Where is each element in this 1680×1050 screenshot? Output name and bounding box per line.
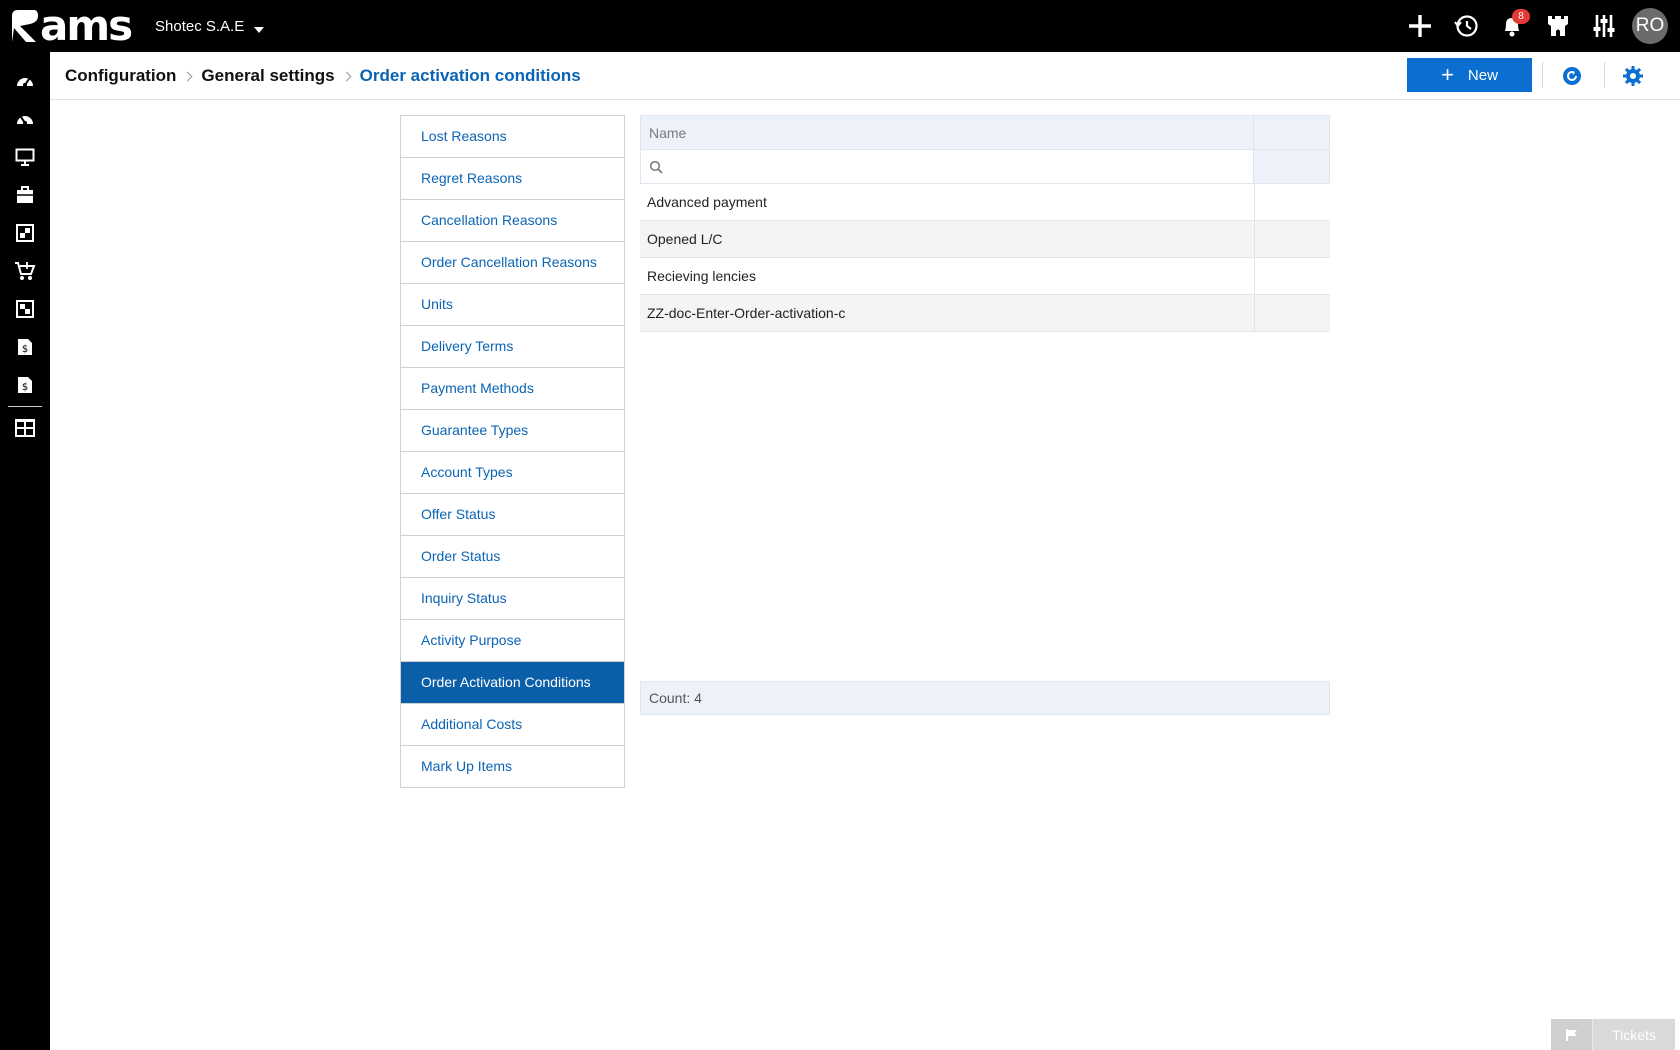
settings-menu: Lost Reasons Regret Reasons Cancellation R… xyxy=(400,115,625,788)
left-navigation: $ $ xyxy=(0,52,50,1050)
logo-mark-icon xyxy=(12,10,38,42)
settings-menu-item[interactable]: Inquiry Status xyxy=(401,578,624,620)
svg-text:$: $ xyxy=(22,382,28,393)
page-title: Order activation conditions xyxy=(359,66,581,85)
modules-alt-icon[interactable] xyxy=(0,290,50,328)
app-logo[interactable]: ams xyxy=(10,1,133,50)
table-cell-extra xyxy=(1255,184,1330,220)
table-cell-name: Opened L/C xyxy=(640,221,1255,257)
top-bar: ams Shotec S.A.E 8 RO xyxy=(0,0,1680,52)
filter-cell xyxy=(641,150,1254,183)
settings-menu-item[interactable]: Account Types xyxy=(401,452,624,494)
settings-menu-item[interactable]: Delivery Terms xyxy=(401,326,624,368)
modules-icon[interactable] xyxy=(0,214,50,252)
table-row[interactable]: Opened L/C xyxy=(640,221,1330,258)
table-cell-name: Recieving lencies xyxy=(640,258,1255,294)
filter-extra-cell xyxy=(1254,150,1329,183)
table-row[interactable]: Recieving lencies xyxy=(640,258,1330,295)
settings-menu-item[interactable]: Guarantee Types xyxy=(401,410,624,452)
breadcrumb-general-settings[interactable]: General settings xyxy=(201,66,334,86)
reports-icon[interactable] xyxy=(0,409,50,447)
table-cell-extra xyxy=(1255,221,1330,257)
search-icon xyxy=(649,160,663,174)
dashboard-alt-icon[interactable] xyxy=(0,100,50,138)
header-divider xyxy=(1604,62,1605,88)
settings-menu-item[interactable]: Mark Up Items xyxy=(401,746,624,788)
header-divider xyxy=(1542,62,1543,88)
company-selector[interactable]: Shotec S.A.E xyxy=(155,18,265,35)
invoice-alt-icon[interactable]: $ xyxy=(0,366,50,404)
add-icon[interactable] xyxy=(1402,8,1438,44)
breadcrumb-configuration[interactable]: Configuration xyxy=(65,66,176,86)
table-cell-extra xyxy=(1255,295,1330,331)
castle-icon[interactable] xyxy=(1540,8,1576,44)
svg-text:$: $ xyxy=(22,344,28,355)
grid-filter-row xyxy=(640,150,1330,184)
briefcase-icon[interactable] xyxy=(0,176,50,214)
settings-menu-item[interactable]: Additional Costs xyxy=(401,704,624,746)
notifications-bell-icon[interactable]: 8 xyxy=(1494,8,1530,44)
settings-menu-item[interactable]: Payment Methods xyxy=(401,368,624,410)
table-cell-extra xyxy=(1255,258,1330,294)
breadcrumb: Configuration General settings Order act… xyxy=(65,52,581,100)
table-row[interactable]: Advanced payment xyxy=(640,184,1330,221)
table-row[interactable]: ZZ-doc-Enter-Order-activation-c xyxy=(640,295,1330,332)
sliders-icon[interactable] xyxy=(1586,8,1622,44)
top-actions: 8 RO xyxy=(1392,8,1668,44)
settings-menu-item[interactable]: Units xyxy=(401,284,624,326)
cart-icon[interactable] xyxy=(0,252,50,290)
user-avatar[interactable]: RO xyxy=(1632,8,1668,44)
settings-menu-item[interactable]: Order Status xyxy=(401,536,624,578)
name-search-input[interactable] xyxy=(671,158,1171,175)
column-header-name[interactable]: Name xyxy=(641,116,1254,149)
grid-header: Name xyxy=(640,115,1330,150)
page-header: Configuration General settings Order act… xyxy=(50,52,1680,100)
history-icon[interactable] xyxy=(1448,8,1484,44)
gear-icon[interactable] xyxy=(1619,62,1647,90)
new-button-label: New xyxy=(1467,66,1498,84)
column-header-extra xyxy=(1254,116,1329,149)
settings-menu-item[interactable]: Regret Reasons xyxy=(401,158,624,200)
notifications-badge: 8 xyxy=(1512,9,1530,24)
chevron-down-icon xyxy=(254,26,265,33)
settings-menu-item[interactable]: Cancellation Reasons xyxy=(401,200,624,242)
grid-count-footer: Count: 4 xyxy=(640,681,1330,715)
flag-icon xyxy=(1551,1019,1593,1050)
tickets-label: Tickets xyxy=(1612,1026,1656,1043)
logo-text: ams xyxy=(40,1,133,50)
table-cell-name: ZZ-doc-Enter-Order-activation-c xyxy=(640,295,1255,331)
nav-divider xyxy=(8,406,42,407)
tickets-button[interactable]: Tickets xyxy=(1551,1019,1675,1050)
record-count: Count: 4 xyxy=(649,690,702,706)
settings-menu-item[interactable]: Offer Status xyxy=(401,494,624,536)
chevron-right-icon xyxy=(341,71,352,81)
settings-menu-item[interactable]: Activity Purpose xyxy=(401,620,624,662)
plus-icon: + xyxy=(1441,62,1454,87)
new-button[interactable]: + New xyxy=(1407,58,1532,92)
chevron-right-icon xyxy=(182,71,193,81)
settings-menu-item[interactable]: Order Cancellation Reasons xyxy=(401,242,624,284)
table-cell-name: Advanced payment xyxy=(640,184,1255,220)
company-name: Shotec S.A.E xyxy=(155,18,245,35)
invoice-icon[interactable]: $ xyxy=(0,328,50,366)
refresh-icon[interactable] xyxy=(1558,62,1586,90)
dashboard-icon[interactable] xyxy=(0,62,50,100)
monitor-icon[interactable] xyxy=(0,138,50,176)
data-grid: Name Advanced payment Opened L/C Recieving… xyxy=(640,115,1330,332)
grid-body: Advanced payment Opened L/C Recieving lenc… xyxy=(640,184,1330,332)
settings-menu-item[interactable]: Order Activation Conditions xyxy=(401,662,624,704)
settings-menu-item[interactable]: Lost Reasons xyxy=(401,116,624,158)
